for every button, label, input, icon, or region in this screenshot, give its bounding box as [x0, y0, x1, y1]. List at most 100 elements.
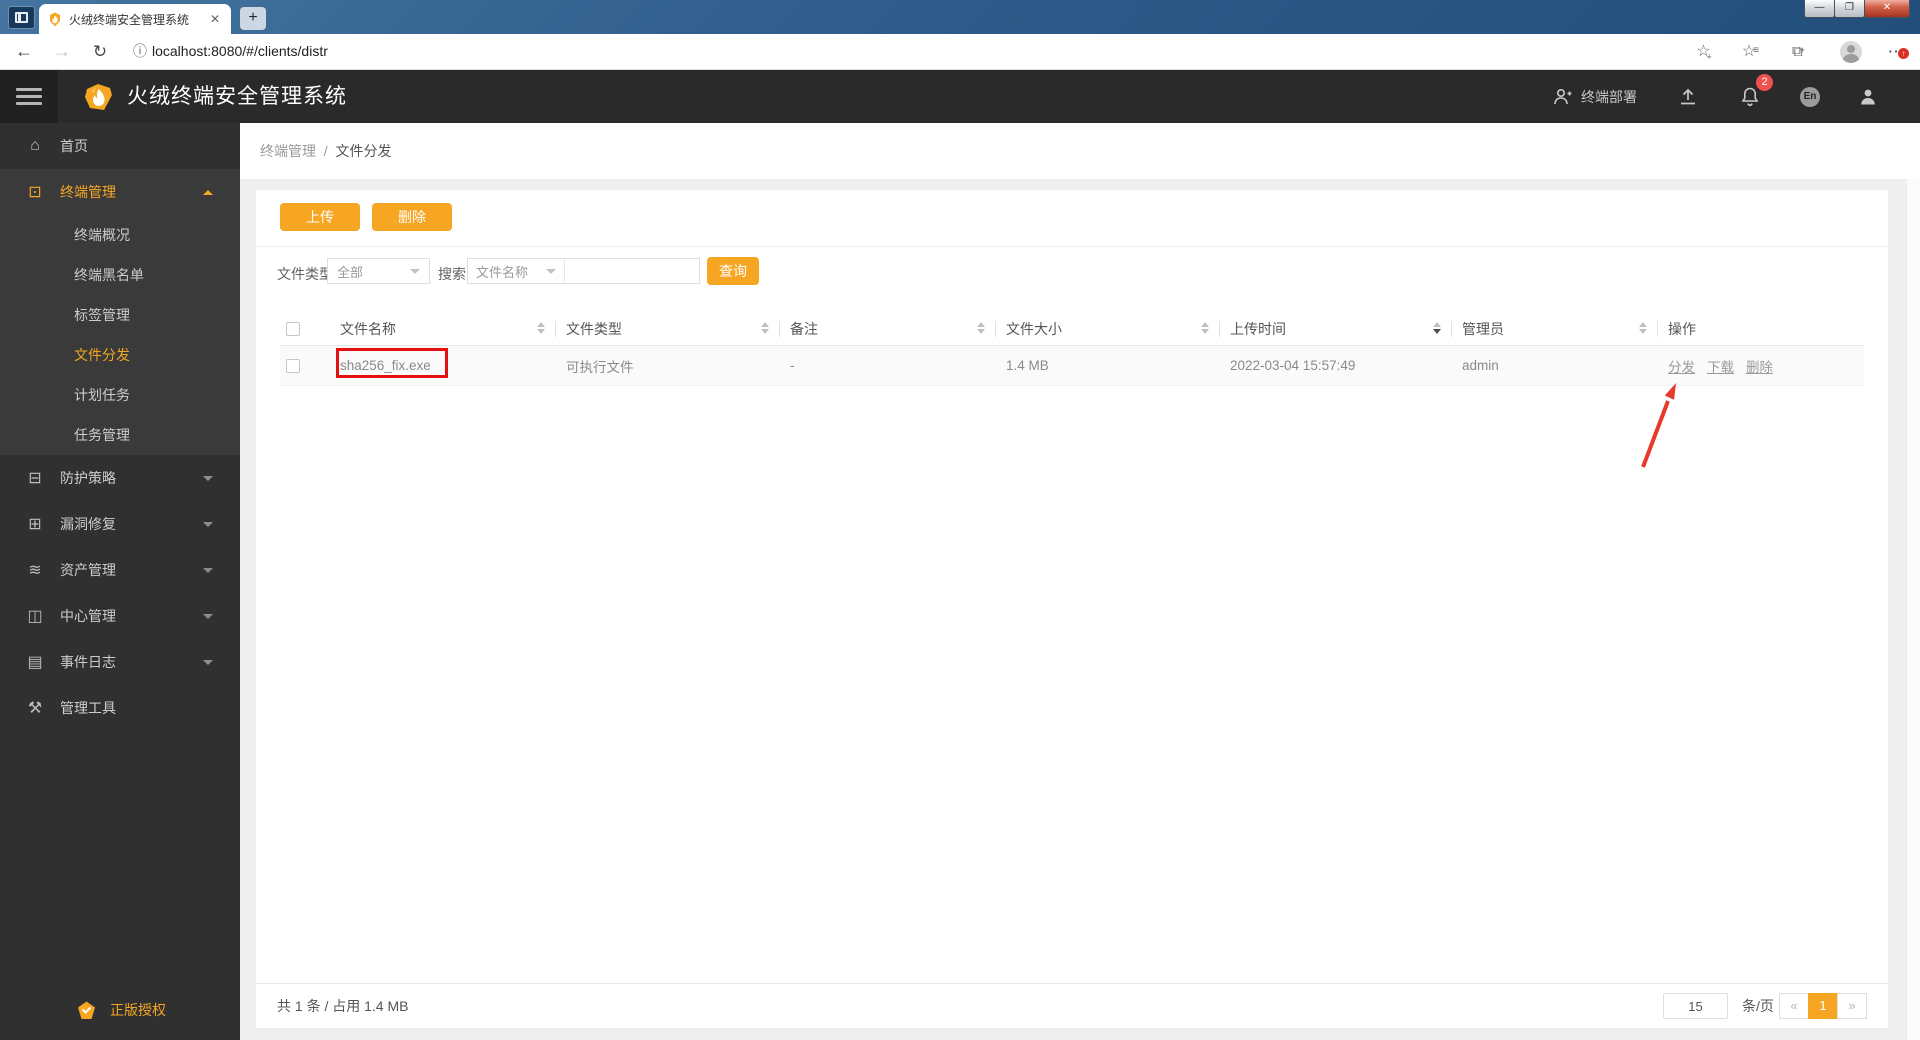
- sort-arrows-icon[interactable]: [977, 321, 985, 334]
- window-controls: — ❐ ✕: [1804, 0, 1910, 18]
- search-input[interactable]: [565, 259, 699, 283]
- tab-title: 火绒终端安全管理系统: [69, 12, 190, 27]
- column-label: 管理员: [1462, 320, 1504, 337]
- sidebar-item-scheduled-tasks[interactable]: 计划任务: [0, 375, 240, 415]
- policy-icon: ⊟: [28, 470, 42, 487]
- sidebar-item-label: 事件日志: [60, 654, 116, 670]
- column-header-2[interactable]: 文件类型: [556, 312, 780, 345]
- sidebar-item-task-mgmt[interactable]: 任务管理: [0, 415, 240, 455]
- upload-button[interactable]: 上传: [280, 203, 360, 231]
- column-header-7: 操作: [1658, 312, 1864, 345]
- cell-3: -: [790, 358, 795, 373]
- column-header-1[interactable]: 文件名称: [330, 312, 556, 345]
- action-delete-link[interactable]: 删除: [1746, 356, 1773, 376]
- sort-arrows-icon[interactable]: [1433, 321, 1441, 334]
- sort-arrows-icon[interactable]: [1201, 321, 1209, 334]
- sidebar-item-terminal-blacklist[interactable]: 终端黑名单: [0, 255, 240, 295]
- tab-close-icon[interactable]: ✕: [208, 12, 222, 26]
- sort-arrows-icon[interactable]: [537, 321, 545, 334]
- column-header-4[interactable]: 文件大小: [996, 312, 1220, 345]
- address-bar[interactable]: localhost:8080/#/clients/distr: [152, 34, 328, 69]
- sidebar-item-label: 中心管理: [60, 608, 116, 624]
- cell-2: 可执行文件: [566, 359, 634, 375]
- sort-arrows-icon[interactable]: [761, 321, 769, 334]
- sidebar-item-center-mgmt[interactable]: ◫ 中心管理: [0, 593, 240, 639]
- sidebar-item-tag-mgmt[interactable]: 标签管理: [0, 295, 240, 335]
- page-size-unit-label: 条/页: [1742, 998, 1774, 1014]
- column-header-6[interactable]: 管理员: [1452, 312, 1658, 345]
- row-checkbox[interactable]: [286, 358, 300, 373]
- favorites-bar-icon[interactable]: ☆≡: [1740, 34, 1764, 69]
- forward-icon: →: [53, 41, 71, 61]
- sidebar-item-protection-policy[interactable]: ⊟ 防护策略: [0, 455, 240, 501]
- breadcrumb-parent[interactable]: 终端管理: [260, 143, 316, 159]
- upload-tasks-button[interactable]: [1678, 70, 1698, 123]
- column-label: 文件类型: [566, 320, 622, 337]
- select-all-checkbox[interactable]: [286, 321, 300, 336]
- next-page-button[interactable]: »: [1837, 993, 1867, 1019]
- window-minimize-button[interactable]: —: [1804, 0, 1835, 18]
- right-edge-strip: [1906, 179, 1920, 1040]
- query-button[interactable]: 查询: [707, 257, 759, 285]
- chevron-down-icon: [546, 268, 556, 274]
- asset-icon: ≋: [28, 562, 42, 579]
- window-close-button[interactable]: ✕: [1864, 0, 1910, 18]
- license-status[interactable]: 正版授权: [0, 990, 240, 1030]
- column-header-3[interactable]: 备注: [780, 312, 996, 345]
- refresh-icon[interactable]: ↻: [88, 34, 112, 69]
- bell-icon: [1741, 87, 1759, 107]
- column-header-5[interactable]: 上传时间: [1220, 312, 1452, 345]
- sidebar-item-event-log[interactable]: ▤ 事件日志: [0, 639, 240, 685]
- add-favorite-star-icon[interactable]: ☆+: [1694, 34, 1718, 69]
- sidebar-item-file-distribution[interactable]: 文件分发: [0, 335, 240, 375]
- browser-update-badge: ↑: [1898, 48, 1909, 59]
- back-icon[interactable]: ←: [12, 34, 36, 69]
- table-header-row: 文件名称 文件类型 备注 文件大小 上传时间 管理员 操作: [280, 312, 1864, 346]
- language-switch-button[interactable]: En: [1800, 70, 1820, 123]
- page-info-icon[interactable]: ⓘ: [128, 34, 152, 69]
- search-field-select[interactable]: 文件名称: [468, 259, 565, 283]
- chevron-down-icon: [203, 659, 213, 665]
- breadcrumb-separator: /: [323, 143, 328, 159]
- browser-tab[interactable]: 火绒终端安全管理系统 ✕: [39, 4, 231, 34]
- terminal-deploy-button[interactable]: 终端部署: [1552, 70, 1637, 123]
- window-maximize-button[interactable]: ❐: [1834, 0, 1865, 18]
- table-footer: 共 1 条 / 占用 1.4 MB 条/页 « 1 »: [256, 983, 1888, 1028]
- terminal-icon: ⊡: [28, 184, 42, 201]
- column-label: 文件名称: [340, 320, 396, 337]
- new-tab-button[interactable]: +: [240, 7, 266, 30]
- user-icon: [1861, 89, 1875, 104]
- prev-page-button[interactable]: «: [1779, 993, 1809, 1019]
- browser-toolbar: ← → ↻ ⓘ localhost:8080/#/clients/distr ☆…: [0, 34, 1920, 70]
- sidebar: ⌂ 首页 ⊡ 终端管理 终端概况 终端黑名单标签管理文件分发 计划任务 任务管理 ⊟ 防护策略 ⊞ 漏…: [0, 123, 240, 1040]
- avatar-head: [1847, 45, 1855, 53]
- notification-count-badge: 2: [1756, 74, 1773, 91]
- license-label: 正版授权: [110, 1002, 166, 1018]
- sidebar-item-mgmt-tools[interactable]: ⚒ 管理工具: [0, 685, 240, 731]
- sidebar-toggle-hamburger-icon[interactable]: [0, 70, 58, 123]
- action-download-link[interactable]: 下载: [1707, 356, 1734, 376]
- user-account-button[interactable]: [1858, 70, 1878, 123]
- action-distribute-link[interactable]: 分发: [1668, 356, 1695, 376]
- sidebar-item-vuln-fix[interactable]: ⊞ 漏洞修复: [0, 501, 240, 547]
- delete-button[interactable]: 删除: [372, 203, 452, 231]
- annotation-red-arrow: [1641, 383, 1676, 468]
- sidebar-item-terminal-mgmt[interactable]: ⊡ 终端管理: [0, 169, 240, 215]
- app-title: 火绒终端安全管理系统: [127, 85, 347, 108]
- sidebar-item-home[interactable]: ⌂ 首页: [0, 123, 240, 169]
- chevron-up-icon: [203, 189, 213, 195]
- sort-arrows-icon[interactable]: [1639, 321, 1647, 334]
- cell-4: 1.4 MB: [1006, 358, 1049, 373]
- sidebar-item-terminal-overview[interactable]: 终端概况: [0, 215, 240, 255]
- browser-profile-avatar[interactable]: [1840, 41, 1862, 63]
- sidebar-item-asset-mgmt[interactable]: ≋ 资产管理: [0, 547, 240, 593]
- license-shield-icon: [78, 1001, 95, 1019]
- sidebar-item-label: 标签管理: [74, 307, 130, 323]
- upload-icon: [1681, 88, 1695, 104]
- center-icon: ◫: [27, 608, 43, 625]
- page-size-input[interactable]: [1663, 993, 1728, 1019]
- tab-actions-button[interactable]: [8, 6, 35, 29]
- collections-icon[interactable]: ⧉+: [1788, 34, 1812, 69]
- current-page-button[interactable]: 1: [1808, 993, 1838, 1019]
- file-type-select[interactable]: 全部: [327, 258, 430, 284]
